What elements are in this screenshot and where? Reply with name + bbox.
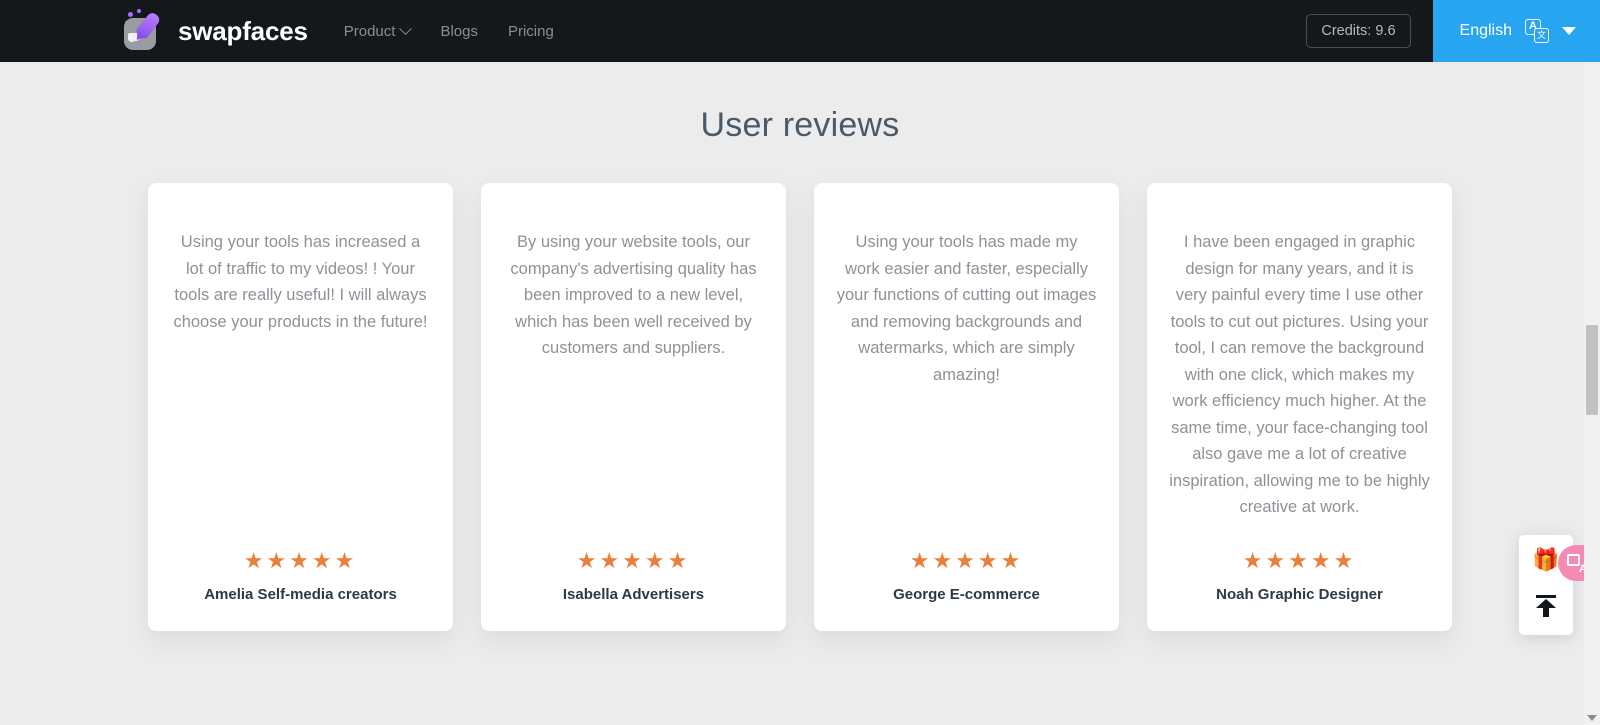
review-card: Using your tools has made my work easier… (814, 183, 1119, 631)
nav-item-product-label: Product (343, 22, 396, 40)
review-author: Isabella Advertisers (562, 586, 705, 603)
vertical-scrollbar[interactable] (1584, 62, 1600, 725)
review-footer: ★★★★★ Isabella Advertisers (503, 548, 764, 604)
scrollbar-thumb[interactable] (1586, 325, 1598, 415)
review-text: I have been engaged in graphic design fo… (1169, 233, 1430, 516)
star-rating: ★★★★★ (909, 548, 1024, 573)
chevron-down-icon (399, 21, 413, 35)
credits-badge[interactable]: Credits: 9.6 (1306, 14, 1411, 48)
review-footer: ★★★★★ Noah Graphic Designer (1169, 548, 1430, 604)
main-nav: Product Blogs Pricing (343, 21, 554, 40)
language-label: English (1459, 22, 1512, 39)
translate-icon: A 文 (1525, 19, 1549, 43)
review-footer: ★★★★★ George E-commerce (836, 548, 1097, 604)
review-author: George E-commerce (893, 586, 1040, 603)
page-title: User reviews (700, 106, 900, 144)
nav-item-blogs-label: Blogs (440, 22, 478, 40)
nav-item-blogs[interactable]: Blogs (440, 24, 478, 39)
header-actions: Credits: 9.6 English A 文 (1306, 0, 1600, 62)
gift-icon[interactable]: 🎁 (1532, 549, 1559, 571)
nav-item-product[interactable]: Product (343, 21, 413, 40)
review-text: Using your tools has increased a lot of … (173, 233, 428, 331)
star-rating: ★★★★★ (1242, 548, 1357, 573)
brand-name: swapfaces (178, 15, 308, 46)
star-rating: ★★★★★ (576, 548, 691, 573)
star-rating: ★★★★★ (243, 548, 358, 573)
review-card: Using your tools has increased a lot of … (148, 183, 453, 631)
chevron-down-icon[interactable] (1562, 27, 1576, 35)
review-text: By using your website tools, our company… (510, 233, 757, 357)
site-header: swapfaces Product Blogs Pricing Credits:… (0, 0, 1600, 62)
nav-item-pricing[interactable]: Pricing (508, 24, 554, 39)
brand-logo-link[interactable]: swapfaces (122, 9, 308, 53)
review-author: Noah Graphic Designer (1216, 586, 1383, 603)
scroll-down-arrow-icon[interactable] (1587, 715, 1597, 721)
nav-item-pricing-label: Pricing (507, 22, 554, 40)
swapfaces-logo-icon (122, 9, 166, 53)
reviews-list: Using your tools has increased a lot of … (0, 183, 1600, 631)
review-text: Using your tools has made my work easier… (836, 233, 1097, 384)
language-selector[interactable]: English A 文 (1432, 0, 1600, 62)
review-card: By using your website tools, our company… (481, 183, 786, 631)
review-card: I have been engaged in graphic design fo… (1147, 183, 1452, 631)
main-content: User reviews Using your tools has increa… (0, 62, 1600, 631)
review-author: Amelia Self-media creators (204, 586, 397, 603)
review-footer: ★★★★★ Amelia Self-media creators (170, 548, 431, 604)
back-to-top-icon[interactable] (1533, 593, 1559, 619)
